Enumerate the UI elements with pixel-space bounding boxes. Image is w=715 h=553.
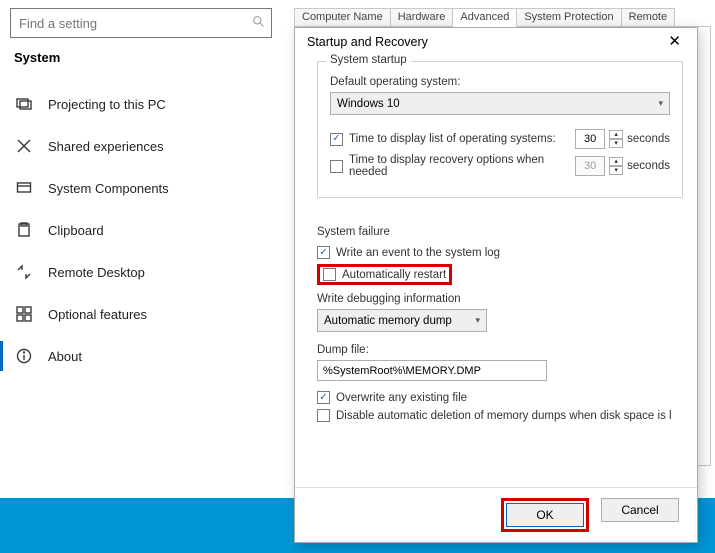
- sidebar-item-components[interactable]: System Components: [0, 167, 285, 209]
- sidebar-item-label: Clipboard: [48, 223, 104, 238]
- spinner-buttons: ▴▾: [609, 157, 623, 175]
- group-system-startup: System startup Default operating system:…: [317, 61, 683, 198]
- debug-info-label: Write debugging information: [317, 293, 683, 305]
- sidebar-item-label: Remote Desktop: [48, 265, 145, 280]
- projecting-icon: [14, 94, 34, 114]
- tab-hardware[interactable]: Hardware: [390, 8, 454, 27]
- checkbox-display-os-list[interactable]: ✓: [330, 133, 343, 146]
- tab-system-protection[interactable]: System Protection: [516, 8, 621, 27]
- nav-list: Projecting to this PC Shared experiences S…: [0, 83, 285, 377]
- sidebar-item-label: System Components: [48, 181, 169, 196]
- clipboard-icon: [14, 220, 34, 240]
- optional-icon: [14, 304, 34, 324]
- checkbox-display-recovery[interactable]: [330, 160, 343, 173]
- display-recovery-seconds: [575, 156, 605, 176]
- chevron-down-icon: ▾: [475, 315, 480, 326]
- cancel-button[interactable]: Cancel: [601, 498, 679, 522]
- ok-button[interactable]: OK: [506, 503, 584, 527]
- dialog-body: System startup Default operating system:…: [295, 57, 697, 487]
- display-recovery-label: Time to display recovery options when ne…: [349, 154, 571, 178]
- seconds-label: seconds: [627, 133, 670, 145]
- auto-restart-label: Automatically restart: [342, 269, 446, 281]
- sidebar-item-label: Optional features: [48, 307, 147, 322]
- shared-icon: [14, 136, 34, 156]
- auto-restart-highlight: Automatically restart: [317, 264, 452, 285]
- checkbox-auto-restart[interactable]: [323, 268, 336, 281]
- debug-info-select[interactable]: Automatic memory dump ▾: [317, 309, 487, 332]
- spinner-buttons[interactable]: ▴▾: [609, 130, 623, 148]
- section-heading: System: [14, 50, 285, 65]
- sidebar-item-about[interactable]: About: [0, 335, 285, 377]
- sidebar-item-shared[interactable]: Shared experiences: [0, 125, 285, 167]
- dialog-footer: OK Cancel: [295, 487, 697, 542]
- group-title: System startup: [326, 54, 411, 66]
- settings-search[interactable]: [10, 8, 272, 38]
- checkbox-overwrite[interactable]: ✓: [317, 391, 330, 404]
- display-os-list-seconds[interactable]: [575, 129, 605, 149]
- chevron-down-icon: ▾: [658, 98, 663, 109]
- components-icon: [14, 178, 34, 198]
- rdp-icon: [14, 262, 34, 282]
- sidebar-item-projecting[interactable]: Projecting to this PC: [0, 83, 285, 125]
- dialog-title: Startup and Recovery: [307, 35, 428, 49]
- checkbox-write-event[interactable]: ✓: [317, 246, 330, 259]
- startup-recovery-dialog: Startup and Recovery ✕ System startup De…: [294, 27, 698, 543]
- write-event-label: Write an event to the system log: [336, 247, 500, 259]
- tab-advanced[interactable]: Advanced: [452, 8, 517, 27]
- tab-computer-name[interactable]: Computer Name: [294, 8, 391, 27]
- about-icon: [14, 346, 34, 366]
- dialog-titlebar: Startup and Recovery ✕: [295, 28, 697, 57]
- sidebar-item-label: Shared experiences: [48, 139, 164, 154]
- seconds-label: seconds: [627, 160, 670, 172]
- disable-delete-label: Disable automatic deletion of memory dum…: [336, 410, 672, 422]
- group-title: System failure: [317, 226, 683, 238]
- ok-button-highlight: OK: [501, 498, 589, 532]
- overwrite-label: Overwrite any existing file: [336, 392, 467, 404]
- sidebar-item-label: Projecting to this PC: [48, 97, 166, 112]
- checkbox-disable-delete[interactable]: [317, 409, 330, 422]
- dump-file-input[interactable]: [317, 360, 547, 381]
- tab-remote[interactable]: Remote: [621, 8, 676, 27]
- sidebar-item-optional[interactable]: Optional features: [0, 293, 285, 335]
- system-properties-tabs: Computer NameHardwareAdvancedSystem Prot…: [294, 8, 711, 26]
- search-icon: [245, 15, 271, 31]
- default-os-label: Default operating system:: [330, 76, 670, 88]
- search-input[interactable]: [11, 10, 245, 37]
- default-os-value: Windows 10: [337, 98, 400, 110]
- settings-pane: System Projecting to this PC Shared exper…: [0, 8, 285, 478]
- sidebar-item-clipboard[interactable]: Clipboard: [0, 209, 285, 251]
- close-icon[interactable]: ✕: [662, 34, 687, 49]
- dump-file-label: Dump file:: [317, 344, 683, 356]
- sidebar-item-rdp[interactable]: Remote Desktop: [0, 251, 285, 293]
- group-system-failure: System failure ✓ Write an event to the s…: [317, 212, 683, 441]
- default-os-select[interactable]: Windows 10 ▾: [330, 92, 670, 115]
- display-os-list-label: Time to display list of operating system…: [349, 133, 571, 145]
- sidebar-item-label: About: [48, 349, 82, 364]
- debug-info-value: Automatic memory dump: [324, 315, 452, 327]
